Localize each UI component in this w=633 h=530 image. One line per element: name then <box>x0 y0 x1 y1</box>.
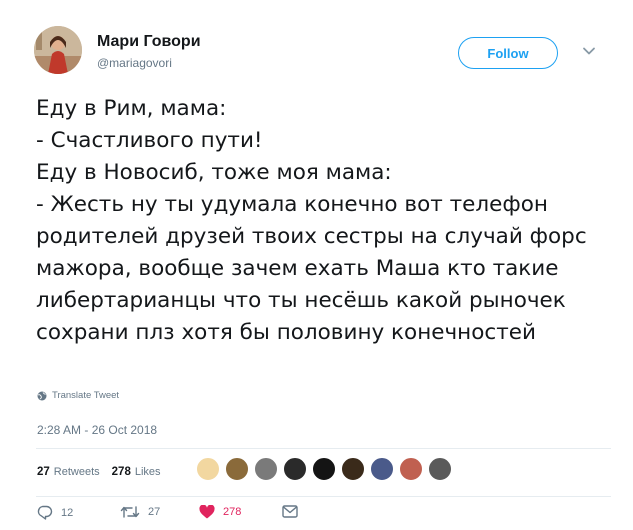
like-button[interactable]: 278 <box>199 505 241 519</box>
divider <box>36 496 611 497</box>
follow-button[interactable]: Follow <box>458 37 558 69</box>
liker-avatar[interactable] <box>312 457 336 481</box>
tweet-text: Еду в Рим, мама: - Счастливого пути! Еду… <box>36 96 587 345</box>
reply-icon <box>37 505 53 520</box>
direct-message-button[interactable] <box>282 505 298 518</box>
tweet-stats: 27 Retweets 278 Likes <box>37 466 173 478</box>
retweet-count: 27 <box>148 506 161 518</box>
likes-stat[interactable]: 278 Likes <box>112 466 161 478</box>
liker-avatar[interactable] <box>341 457 365 481</box>
author-display-name[interactable]: Мари Говори <box>97 33 201 51</box>
likes-count: 278 <box>111 466 131 478</box>
heart-icon <box>199 505 215 519</box>
tweet-header: Мари Говори @mariagovori Follow <box>0 0 633 86</box>
retweets-count: 27 <box>37 466 50 478</box>
likes-label: Likes <box>134 466 161 478</box>
like-count: 278 <box>223 506 242 518</box>
author-avatar[interactable] <box>34 26 82 74</box>
retweets-label: Retweets <box>53 466 100 478</box>
tweet-actions: 12 27 278 <box>36 505 336 529</box>
liker-avatar[interactable] <box>225 457 249 481</box>
liker-avatar[interactable] <box>196 457 220 481</box>
liker-avatar[interactable] <box>370 457 394 481</box>
translate-tweet-link[interactable]: Translate Tweet <box>37 390 119 401</box>
reply-button[interactable]: 12 <box>36 505 73 520</box>
avatar-image <box>34 26 82 74</box>
chevron-down-icon[interactable] <box>582 44 596 58</box>
retweet-icon <box>120 506 140 518</box>
divider <box>36 448 611 449</box>
message-icon <box>282 505 298 518</box>
translate-label: Translate Tweet <box>52 390 120 401</box>
reply-count: 12 <box>61 506 74 519</box>
liker-avatar[interactable] <box>428 457 452 481</box>
retweets-stat[interactable]: 27 Retweets <box>37 466 100 478</box>
retweet-button[interactable]: 27 <box>120 505 160 519</box>
liker-avatar[interactable] <box>399 457 423 481</box>
liker-avatars <box>196 457 460 483</box>
globe-icon <box>37 391 47 400</box>
liker-avatar[interactable] <box>283 457 307 481</box>
author-handle[interactable]: @mariagovori <box>97 56 172 70</box>
tweet-timestamp[interactable]: 2:28 AM - 26 Oct 2018 <box>37 423 157 437</box>
liker-avatar[interactable] <box>254 457 278 481</box>
